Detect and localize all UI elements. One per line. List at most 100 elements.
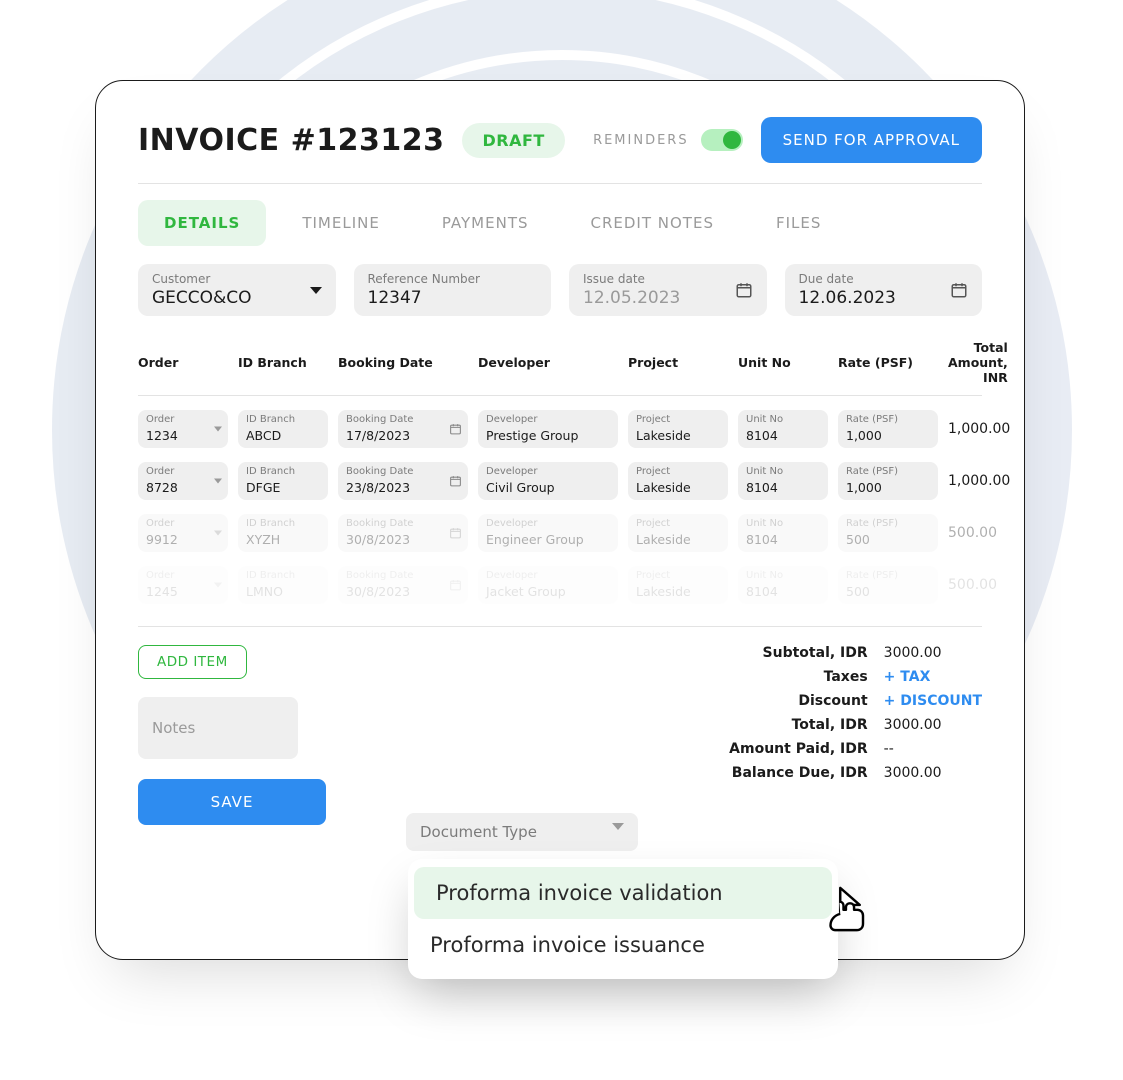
due-date-value: 12.06.2023: [799, 288, 941, 308]
unit-input[interactable]: Unit No8104: [738, 410, 828, 448]
table-row: Order9912 ID BranchXYZH Booking Date30/8/2…: [138, 514, 982, 552]
chevron-down-icon: [214, 583, 222, 588]
document-type-dropdown: Proforma invoice validationProforma invo…: [408, 859, 838, 979]
footer-left: ADD ITEM Notes SAVE: [138, 645, 729, 825]
developer-input[interactable]: DeveloperPrestige Group: [478, 410, 618, 448]
document-type-select[interactable]: Document Type: [406, 813, 638, 851]
total-value: 3000.00: [884, 645, 982, 661]
toggle-knob: [723, 131, 741, 149]
issue-date-label: Issue date: [583, 272, 725, 286]
calendar-icon: [950, 281, 968, 299]
tabs: DETAILSTIMELINEPAYMENTSCREDIT NOTESFILES: [138, 200, 982, 246]
developer-input[interactable]: DeveloperEngineer Group: [478, 514, 618, 552]
document-type-label: Document Type: [420, 823, 537, 841]
chevron-down-icon: [214, 479, 222, 484]
header: INVOICE #123123 DRAFT REMINDERS SEND FOR…: [138, 117, 982, 163]
tab-details[interactable]: DETAILS: [138, 200, 266, 246]
page-title: INVOICE #123123: [138, 123, 444, 158]
toggle-track: [701, 129, 743, 151]
notes-placeholder: Notes: [152, 719, 195, 737]
row-total: 500.00: [948, 577, 1003, 593]
row-total: 1,000.00: [948, 473, 1016, 489]
booking-date-input[interactable]: Booking Date30/8/2023: [338, 566, 468, 604]
developer-input[interactable]: DeveloperCivil Group: [478, 462, 618, 500]
total-value: 3000.00: [884, 765, 982, 781]
customer-label: Customer: [152, 272, 300, 286]
total-label: Balance Due, IDR: [729, 765, 868, 781]
booking-date-input[interactable]: Booking Date30/8/2023: [338, 514, 468, 552]
column-header: Booking Date: [338, 355, 468, 370]
table-row: Order1245 ID BranchLMNO Booking Date30/8/2…: [138, 566, 982, 604]
total-label: Amount Paid, IDR: [729, 741, 868, 757]
column-header: ID Branch: [238, 355, 328, 370]
tab-timeline[interactable]: TIMELINE: [276, 200, 406, 246]
project-input[interactable]: ProjectLakeside: [628, 514, 728, 552]
issue-date-input[interactable]: Issue date 12.05.2023: [569, 264, 767, 316]
column-header: Rate (PSF): [838, 355, 938, 370]
tab-payments[interactable]: PAYMENTS: [416, 200, 555, 246]
project-input[interactable]: ProjectLakeside: [628, 410, 728, 448]
reference-value: 12347: [368, 288, 538, 308]
tab-credit-notes[interactable]: CREDIT NOTES: [565, 200, 740, 246]
due-date-label: Due date: [799, 272, 941, 286]
branch-input[interactable]: ID BranchDFGE: [238, 462, 328, 500]
reference-input[interactable]: Reference Number 12347: [354, 264, 552, 316]
footer-area: ADD ITEM Notes SAVE Subtotal, IDR 3000.00…: [138, 626, 982, 825]
total-label: Total, IDR: [729, 717, 868, 733]
project-input[interactable]: ProjectLakeside: [628, 566, 728, 604]
total-label: Subtotal, IDR: [729, 645, 868, 661]
developer-input[interactable]: DeveloperJacket Group: [478, 566, 618, 604]
order-select[interactable]: Order9912: [138, 514, 228, 552]
send-for-approval-button[interactable]: SEND FOR APPROVAL: [761, 117, 982, 163]
unit-input[interactable]: Unit No8104: [738, 462, 828, 500]
status-badge: DRAFT: [462, 123, 564, 158]
column-header: Developer: [478, 355, 618, 370]
unit-input[interactable]: Unit No8104: [738, 514, 828, 552]
branch-input[interactable]: ID BranchLMNO: [238, 566, 328, 604]
reference-label: Reference Number: [368, 272, 538, 286]
chevron-down-icon: [612, 823, 624, 830]
save-button[interactable]: SAVE: [138, 779, 326, 825]
due-date-input[interactable]: Due date 12.06.2023: [785, 264, 983, 316]
booking-date-input[interactable]: Booking Date23/8/2023: [338, 462, 468, 500]
booking-date-input[interactable]: Booking Date17/8/2023: [338, 410, 468, 448]
order-select[interactable]: Order1234: [138, 410, 228, 448]
add-item-button[interactable]: ADD ITEM: [138, 645, 247, 679]
issue-date-value: 12.05.2023: [583, 288, 725, 308]
dropdown-option[interactable]: Proforma invoice issuance: [408, 919, 838, 971]
total-label: Taxes: [729, 669, 868, 685]
total-label: Discount: [729, 693, 868, 709]
rate-input[interactable]: Rate (PSF)500: [838, 566, 938, 604]
column-header: Unit No: [738, 355, 828, 370]
total-link[interactable]: + TAX: [884, 669, 982, 685]
branch-input[interactable]: ID BranchXYZH: [238, 514, 328, 552]
order-select[interactable]: Order1245: [138, 566, 228, 604]
chevron-down-icon: [214, 427, 222, 432]
rate-input[interactable]: Rate (PSF)500: [838, 514, 938, 552]
total-value: --: [884, 741, 982, 757]
project-input[interactable]: ProjectLakeside: [628, 462, 728, 500]
reminders-toggle[interactable]: REMINDERS: [593, 129, 743, 151]
customer-select[interactable]: Customer GECCO&CO: [138, 264, 336, 316]
chevron-down-icon: [214, 531, 222, 536]
branch-input[interactable]: ID BranchABCD: [238, 410, 328, 448]
calendar-icon: [735, 281, 753, 299]
row-total: 500.00: [948, 525, 1003, 541]
invoice-card: INVOICE #123123 DRAFT REMINDERS SEND FOR…: [95, 80, 1025, 960]
total-link[interactable]: + DISCOUNT: [884, 693, 982, 709]
line-items-table: OrderID BranchBooking DateDeveloperProje…: [138, 340, 982, 604]
unit-input[interactable]: Unit No8104: [738, 566, 828, 604]
table-row: Order8728 ID BranchDFGE Booking Date23/8/2…: [138, 462, 982, 500]
reminders-label: REMINDERS: [593, 133, 689, 148]
notes-input[interactable]: Notes: [138, 697, 298, 759]
order-select[interactable]: Order8728: [138, 462, 228, 500]
tab-files[interactable]: FILES: [750, 200, 847, 246]
table-header: OrderID BranchBooking DateDeveloperProje…: [138, 340, 982, 396]
column-header: Total Amount, INR: [948, 340, 1008, 385]
chevron-down-icon: [310, 287, 322, 294]
rate-input[interactable]: Rate (PSF)1,000: [838, 462, 938, 500]
rate-input[interactable]: Rate (PSF)1,000: [838, 410, 938, 448]
summary-fields: Customer GECCO&CO Reference Number 12347…: [138, 264, 982, 316]
dropdown-option[interactable]: Proforma invoice validation: [414, 867, 832, 919]
divider: [138, 183, 982, 184]
